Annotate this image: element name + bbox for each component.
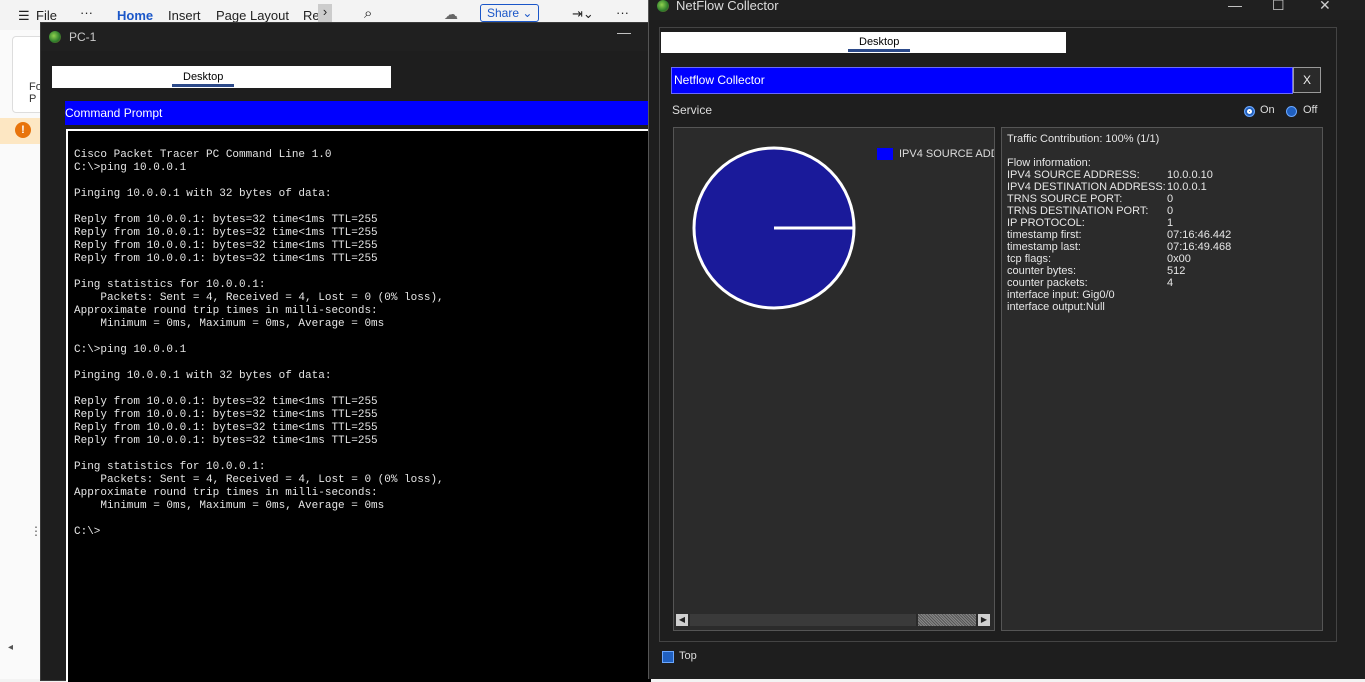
interface-input: interface input: Gig0/0 bbox=[1007, 289, 1115, 301]
scroll-thumb[interactable] bbox=[918, 614, 976, 626]
warning-icon[interactable]: ! bbox=[15, 122, 31, 138]
minimize-button[interactable]: — bbox=[1228, 0, 1242, 13]
cloud-icon[interactable]: ☁ bbox=[444, 6, 458, 23]
scroll-left-icon[interactable]: ◂ bbox=[8, 642, 13, 653]
pc1-window: PC-1 — Desktop Command Prompt Cisco Pack… bbox=[40, 22, 651, 682]
pc1-titlebar[interactable]: PC-1 — bbox=[41, 23, 649, 51]
radio-off[interactable] bbox=[1286, 106, 1297, 117]
flow-field-value: 512 bbox=[1167, 265, 1186, 277]
flow-field-value: 10.0.0.1 bbox=[1167, 181, 1207, 193]
radio-off-label: Off bbox=[1303, 104, 1318, 116]
scroll-right-icon[interactable]: ▶ bbox=[978, 614, 990, 626]
more-icon-2[interactable]: ··· bbox=[616, 5, 629, 20]
scroll-track[interactable] bbox=[690, 614, 916, 626]
flow-field-label: timestamp last: bbox=[1007, 241, 1081, 253]
legend-label: IPV4 SOURCE ADDR bbox=[899, 148, 994, 160]
search-icon[interactable]: ⌕ bbox=[364, 5, 372, 22]
tab-home[interactable]: Home bbox=[117, 8, 153, 23]
tab-desktop[interactable]: Desktop bbox=[183, 71, 223, 83]
pc1-title: PC-1 bbox=[69, 30, 97, 44]
flow-field-label: counter packets: bbox=[1007, 277, 1088, 289]
more-icon[interactable]: ··· bbox=[80, 5, 93, 20]
flow-field-label: IPV4 SOURCE ADDRESS: bbox=[1007, 169, 1140, 181]
flow-field-value: 4 bbox=[1167, 277, 1174, 289]
flow-field-label: timestamp first: bbox=[1007, 229, 1082, 241]
flow-field-label: counter bytes: bbox=[1007, 265, 1077, 277]
flow-field-label: IPV4 DESTINATION ADDRESS: bbox=[1007, 181, 1166, 193]
netflow-header: Netflow Collector bbox=[671, 67, 1293, 94]
close-app-button[interactable]: X bbox=[1293, 67, 1321, 93]
flow-field-label: TRNS DESTINATION PORT: bbox=[1007, 205, 1149, 217]
netflow-window: NetFlow Collector — ☐ ✕ Desktop Netflow … bbox=[648, 0, 1365, 679]
traffic-contribution: Traffic Contribution: 100% (1/1) bbox=[1007, 133, 1160, 145]
netflow-header-title: Netflow Collector bbox=[674, 73, 765, 87]
format-icon[interactable]: ⇥⌄ bbox=[572, 6, 594, 22]
minimize-button[interactable]: — bbox=[617, 24, 631, 40]
flow-field-label: TRNS SOURCE PORT: bbox=[1007, 193, 1123, 205]
netflow-tab-bar: Desktop bbox=[661, 32, 1066, 53]
command-prompt-title: Command Prompt bbox=[65, 106, 163, 120]
ribbon-scroll-right-icon[interactable]: › bbox=[318, 4, 332, 24]
flow-field-value: 0x00 bbox=[1167, 253, 1191, 265]
file-menu[interactable]: File bbox=[36, 8, 57, 23]
chart-panel: IPV4 SOURCE ADDR ◀ ▶ bbox=[673, 127, 995, 631]
flow-field-label: tcp flags: bbox=[1007, 253, 1052, 265]
top-label: Top bbox=[679, 650, 697, 662]
packet-tracer-icon bbox=[49, 31, 61, 43]
flow-info-panel: Traffic Contribution: 100% (1/1) Flow in… bbox=[1001, 127, 1323, 631]
packet-tracer-icon bbox=[657, 0, 669, 12]
tab-underline bbox=[848, 49, 910, 52]
netflow-titlebar[interactable]: NetFlow Collector — ☐ ✕ bbox=[649, 0, 1365, 20]
command-prompt-header: Command Prompt bbox=[65, 101, 649, 125]
flow-field-value: 0 bbox=[1167, 205, 1174, 217]
flow-field-value: 07:16:49.468 bbox=[1167, 241, 1232, 253]
flow-field-value: 07:16:46.442 bbox=[1167, 229, 1232, 241]
top-checkbox[interactable] bbox=[662, 651, 674, 663]
flow-info-title: Flow information: bbox=[1007, 157, 1091, 169]
radio-on[interactable] bbox=[1244, 106, 1255, 117]
interface-output: interface output:Null bbox=[1007, 301, 1105, 313]
flow-field-label: IP PROTOCOL: bbox=[1007, 217, 1085, 229]
flow-field-value: 0 bbox=[1167, 193, 1174, 205]
netflow-title: NetFlow Collector bbox=[676, 0, 779, 13]
tab-underline bbox=[172, 84, 234, 87]
flow-field-value: 10.0.0.10 bbox=[1167, 169, 1213, 181]
pc1-tab-bar: Desktop bbox=[52, 66, 391, 88]
menu-icon[interactable]: ☰ bbox=[18, 8, 30, 24]
service-label: Service bbox=[672, 103, 713, 117]
share-label: Share bbox=[487, 6, 520, 20]
radio-on-label: On bbox=[1260, 104, 1275, 116]
tab-insert[interactable]: Insert bbox=[168, 8, 201, 23]
tab-desktop[interactable]: Desktop bbox=[859, 36, 899, 48]
console-output: Cisco Packet Tracer PC Command Line 1.0 … bbox=[74, 149, 444, 538]
legend-swatch bbox=[877, 148, 893, 160]
horizontal-scrollbar[interactable]: ◀ ▶ bbox=[674, 612, 992, 628]
tab-page-layout[interactable]: Page Layout bbox=[216, 8, 289, 23]
command-prompt-console[interactable]: Cisco Packet Tracer PC Command Line 1.0 … bbox=[66, 129, 651, 682]
maximize-button[interactable]: ☐ bbox=[1272, 0, 1285, 14]
share-button[interactable]: Share ⌄ bbox=[480, 4, 540, 22]
flow-field-value: 1 bbox=[1167, 217, 1174, 229]
scroll-left-icon[interactable]: ◀ bbox=[676, 614, 688, 626]
close-button[interactable]: ✕ bbox=[1319, 0, 1331, 14]
pie-chart bbox=[692, 146, 856, 310]
